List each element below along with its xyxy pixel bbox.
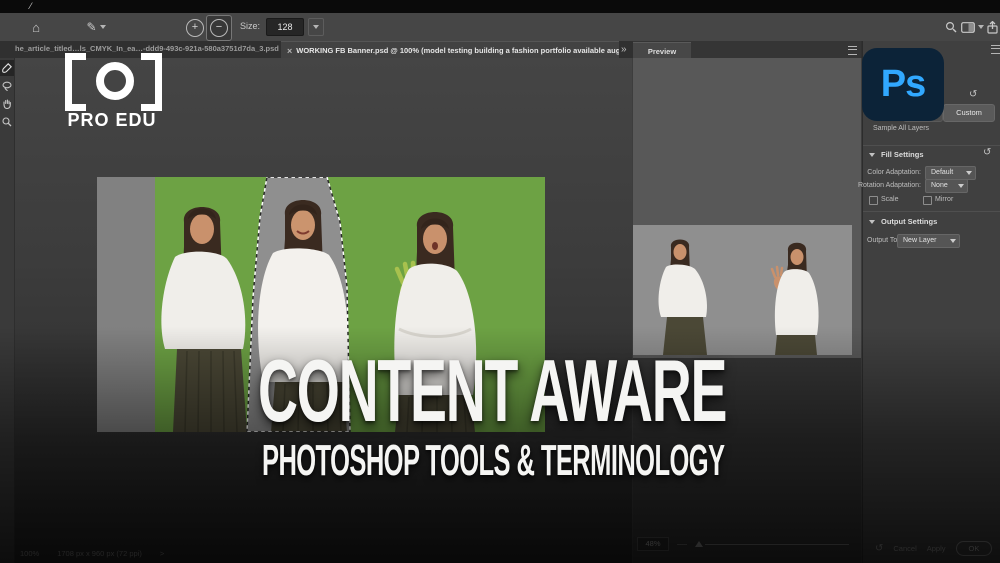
logo-text: PRO EDU: [60, 110, 164, 131]
color-adaptation-label: Color Adaptation:: [867, 169, 921, 176]
share-icon[interactable]: [984, 13, 1000, 41]
mirror-label: Mirror: [935, 196, 953, 203]
tab-active-document[interactable]: × WORKING FB Banner.psd @ 100% (model te…: [281, 41, 619, 59]
status-zoom-value[interactable]: 100%: [20, 549, 39, 558]
add-to-sampling-icon[interactable]: +: [186, 19, 204, 37]
logo-lens-icon: [96, 62, 134, 100]
reset-sampling-icon[interactable]: ↺: [969, 89, 977, 100]
ok-button[interactable]: OK: [956, 541, 993, 556]
brush-preset-icon[interactable]: ✎: [84, 13, 108, 41]
reset-fill-settings-icon[interactable]: ↺: [983, 147, 991, 158]
logo-left-bracket: [65, 53, 86, 111]
status-chevron-icon[interactable]: >: [160, 549, 164, 558]
size-label: Size:: [240, 21, 260, 31]
cancel-button[interactable]: Cancel: [893, 544, 916, 553]
overlay-subtitle: PHOTOSHOP TOOLS & TERMINOLOGY: [262, 438, 724, 484]
preview-zoom-row: 48%: [637, 536, 855, 552]
zoom-slider-thumb[interactable]: [695, 541, 703, 547]
reset-all-icon[interactable]: ↺: [875, 543, 883, 554]
logo-right-bracket: [141, 53, 162, 111]
preview-zoom-input[interactable]: 48%: [637, 537, 669, 551]
chevron-down-icon[interactable]: [869, 153, 875, 157]
preview-result-image: [633, 225, 852, 355]
overlay-title: CONTENT AWARE: [258, 352, 726, 430]
panel-menu-icon[interactable]: [848, 46, 857, 55]
hand-tool-icon[interactable]: [0, 96, 14, 112]
rotation-adaptation-label: Rotation Adaptation:: [858, 182, 921, 189]
scale-checkbox[interactable]: [869, 196, 878, 205]
divider: [863, 211, 1000, 212]
settings-footer: ↺ Cancel Apply OK: [863, 539, 1000, 557]
tab-preview[interactable]: Preview: [633, 42, 691, 59]
custom-sampling-button[interactable]: Custom: [943, 104, 995, 122]
status-bar: 100% 1708 px x 960 px (72 ppi) >: [20, 548, 164, 558]
rotation-adaptation-dropdown[interactable]: None: [925, 179, 968, 193]
panel-menu-icon[interactable]: [991, 45, 1000, 54]
chevron-down-icon: [978, 25, 984, 29]
sample-all-layers-label: Sample All Layers: [873, 125, 929, 132]
menu-mark-icon: ⁄: [30, 1, 32, 11]
zoom-slider-track[interactable]: [705, 544, 849, 545]
scale-label: Scale: [881, 196, 899, 203]
status-dimensions: 1708 px x 960 px (72 ppi): [57, 549, 142, 558]
subtract-from-sampling-icon[interactable]: −: [210, 19, 228, 37]
color-adaptation-dropdown[interactable]: Default: [925, 166, 976, 180]
search-icon[interactable]: [942, 13, 960, 41]
brush-tool-icon[interactable]: [0, 60, 14, 76]
chevron-down-icon: [100, 25, 106, 29]
output-settings-header[interactable]: Output Settings: [881, 217, 937, 226]
zoom-out-tick: [677, 544, 687, 545]
lasso-tool-icon[interactable]: [0, 78, 14, 94]
close-icon[interactable]: ×: [287, 46, 292, 56]
ps-logo-text: Ps: [881, 63, 925, 106]
chevron-down-icon[interactable]: [869, 220, 875, 224]
zoom-tool-icon[interactable]: [0, 114, 14, 130]
apply-button[interactable]: Apply: [927, 544, 946, 553]
chevron-down-icon: [313, 25, 319, 29]
output-to-label: Output To:: [867, 237, 899, 244]
subtract-from-sampling-wrap[interactable]: −: [206, 15, 232, 41]
workspace-switcher-icon[interactable]: [960, 13, 984, 41]
tool-options-bar: ⌂ ✎ + − Size: 128: [0, 13, 1000, 42]
menu-bar: ⁄: [0, 0, 1000, 13]
mirror-checkbox[interactable]: [923, 196, 932, 205]
fill-settings-header[interactable]: Fill Settings: [881, 150, 924, 159]
toolbox: [0, 58, 15, 563]
size-input[interactable]: 128: [266, 18, 304, 36]
photoshop-logo: Ps: [862, 48, 944, 121]
photoshop-window: ⁄ ⌂ ✎ + − Size: 128: [0, 0, 1000, 563]
brush-glyph: ✎: [86, 20, 96, 34]
output-to-dropdown[interactable]: New Layer: [897, 234, 960, 248]
divider: [863, 145, 1000, 146]
active-tab-label: WORKING FB Banner.psd @ 100% (model test…: [296, 46, 619, 55]
tab-overflow-icon[interactable]: »: [621, 44, 627, 55]
size-dropdown-button[interactable]: [308, 18, 324, 36]
pro-edu-logo: PRO EDU: [60, 48, 170, 138]
home-icon[interactable]: ⌂: [26, 13, 46, 41]
